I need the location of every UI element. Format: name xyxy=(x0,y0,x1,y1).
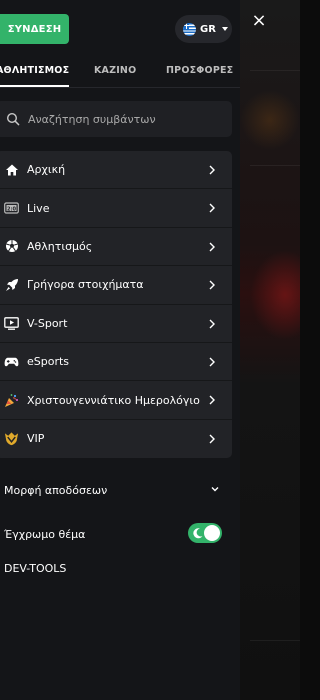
category-tabs: ΑΘΛΗΤΙΣΜΟΣ ΚΑΖΙΝΟ ΠΡΟΣΦΟΡΕΣ xyxy=(0,54,240,87)
home-icon xyxy=(4,162,19,177)
chevron-down-icon xyxy=(211,487,219,492)
devtools-link[interactable]: DEV-TOOLS xyxy=(4,562,66,575)
page-backdrop[interactable] xyxy=(240,0,300,700)
chevron-down-icon xyxy=(221,27,228,31)
tab-casino[interactable]: ΚΑΖΙΝΟ xyxy=(94,65,136,76)
chevron-right-icon xyxy=(209,319,215,329)
menu-item-live[interactable]: 2:0 Live xyxy=(0,189,232,228)
odds-format-selector[interactable]: Μορφή αποδόσεων xyxy=(4,479,224,501)
search-placeholder: Αναζήτηση συμβάντων xyxy=(28,112,156,126)
soccer-ball-icon xyxy=(4,239,19,254)
chevron-right-icon xyxy=(209,357,215,367)
vip-crown-icon xyxy=(4,431,19,446)
chevron-right-icon xyxy=(209,280,215,290)
menu-item-christmas-calendar[interactable]: Χριστουγεννιάτικο Ημερολόγιο xyxy=(0,381,232,420)
menu-item-v-sport[interactable]: V-Sport xyxy=(0,305,232,343)
backdrop-divider xyxy=(250,640,300,641)
chevron-right-icon xyxy=(209,395,215,405)
login-button[interactable]: ΣΥΝΔΕΣΗ xyxy=(0,14,69,44)
color-theme-label: Έγχρωμο θέμα xyxy=(4,527,86,541)
search-input[interactable]: Αναζήτηση συμβάντων xyxy=(0,101,232,137)
language-code: GR xyxy=(200,23,216,35)
backdrop-glow xyxy=(240,90,300,150)
party-popper-icon xyxy=(4,393,19,408)
search-icon xyxy=(6,112,20,126)
color-theme-setting: Έγχρωμο θέμα xyxy=(4,523,224,545)
svg-text:2:0: 2:0 xyxy=(7,206,16,212)
menu-item-quick-bets[interactable]: Γρήγορα στοιχήματα xyxy=(0,266,232,305)
greece-flag-icon xyxy=(183,22,196,36)
moon-icon xyxy=(193,528,203,539)
main-menu: Αρχική 2:0 Live Αθλητισμός Γρήγορα στοιχ… xyxy=(0,151,232,459)
menu-item-label: Αρχική xyxy=(27,163,66,177)
close-icon[interactable]: × xyxy=(250,10,268,32)
menu-item-label: VIP xyxy=(27,432,45,446)
tabs-divider xyxy=(0,87,240,88)
chevron-right-icon xyxy=(209,165,215,175)
language-selector[interactable]: GR xyxy=(175,15,232,43)
chevron-right-icon xyxy=(209,434,215,444)
gamepad-icon xyxy=(4,354,19,369)
menu-item-home[interactable]: Αρχική xyxy=(0,151,232,190)
menu-item-sports[interactable]: Αθλητισμός xyxy=(0,228,232,267)
menu-item-esports[interactable]: eSports xyxy=(0,343,232,382)
drawer-header: ΣΥΝΔΕΣΗ GR xyxy=(0,0,240,54)
chevron-right-icon xyxy=(209,242,215,252)
menu-item-label: V-Sport xyxy=(27,316,68,330)
color-theme-toggle[interactable] xyxy=(188,523,222,543)
odds-format-label: Μορφή αποδόσεων xyxy=(4,483,108,497)
backdrop-divider xyxy=(250,165,300,166)
toggle-knob xyxy=(204,525,220,541)
chevron-right-icon xyxy=(209,203,215,213)
menu-item-label: Χριστουγεννιάτικο Ημερολόγιο xyxy=(27,393,200,407)
backdrop-glow xyxy=(250,250,300,340)
menu-item-label: Αθλητισμός xyxy=(27,239,93,253)
live-tv-icon: 2:0 xyxy=(4,201,19,216)
monitor-play-icon xyxy=(4,316,19,331)
menu-item-label: Live xyxy=(27,201,50,215)
menu-item-label: Γρήγορα στοιχήματα xyxy=(27,278,144,292)
tab-promotions[interactable]: ΠΡΟΣΦΟΡΕΣ xyxy=(166,65,233,76)
side-drawer: ΣΥΝΔΕΣΗ GR ΑΘΛΗΤΙΣΜΟΣ ΚΑΖΙΝΟ ΠΡΟΣΦΟΡΕΣ Α… xyxy=(0,0,240,700)
backdrop-divider xyxy=(250,70,300,71)
rocket-icon xyxy=(4,277,19,292)
menu-item-label: eSports xyxy=(27,355,70,369)
tab-sports[interactable]: ΑΘΛΗΤΙΣΜΟΣ xyxy=(0,65,70,87)
menu-item-vip[interactable]: VIP xyxy=(0,420,232,458)
